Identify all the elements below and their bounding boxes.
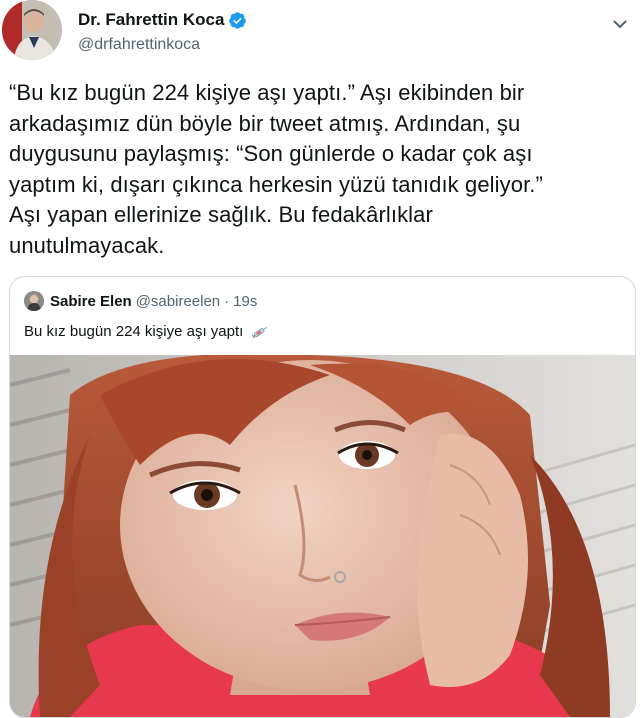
tweet-header: Dr. Fahrettin Koca @drfahrettinkoca — [0, 0, 640, 66]
author-name-block: Dr. Fahrettin Koca @drfahrettinkoca — [78, 9, 247, 54]
quoted-author-name[interactable]: Sabire Elen — [50, 293, 132, 310]
verified-badge-icon — [229, 11, 247, 29]
tweet-body-text: “Bu kız bugün 224 kişiye aşı yaptı.” Aşı… — [9, 80, 543, 258]
quoted-tweet-time[interactable]: 19s — [233, 293, 257, 310]
quoted-avatar-photo-icon — [24, 291, 44, 311]
syringe-icon — [252, 327, 268, 339]
avatar-photo-icon — [2, 0, 62, 60]
quoted-tweet[interactable]: Sabire Elen @sabireelen · 19s Bu kız bug… — [9, 276, 636, 718]
author-display-name[interactable]: Dr. Fahrettin Koca — [78, 10, 224, 30]
quoted-tweet-text-content: Bu kız bugün 224 kişiye aşı yaptı — [24, 323, 244, 340]
author-handle[interactable]: @drfahrettinkoca — [78, 36, 247, 54]
quoted-tweet-text: Bu kız bugün 224 kişiye aşı yaptı — [24, 323, 269, 340]
author-avatar[interactable] — [2, 0, 62, 60]
separator-dot: · — [224, 292, 230, 310]
quoted-author-handle[interactable]: @sabireelen — [136, 293, 220, 310]
chevron-down-icon[interactable] — [612, 16, 628, 32]
selfie-photo — [10, 355, 635, 717]
quoted-author-avatar[interactable] — [24, 291, 44, 311]
tweet-card: Dr. Fahrettin Koca @drfahrettinkoca “Bu … — [0, 0, 640, 718]
quoted-tweet-photo[interactable] — [10, 355, 635, 717]
quoted-tweet-header: Sabire Elen @sabireelen · 19s — [24, 291, 257, 311]
